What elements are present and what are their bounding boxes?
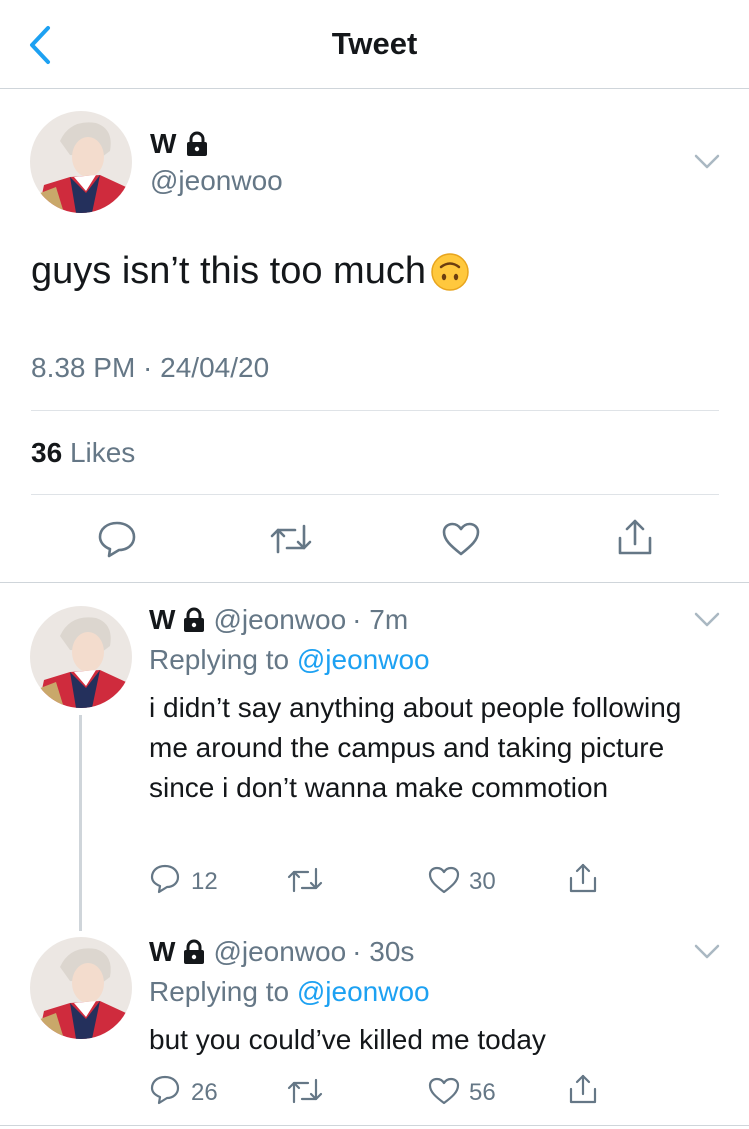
reply-header[interactable]: W @jeonwoo · 7m xyxy=(149,604,408,636)
replying-to-prefix: Replying to xyxy=(149,976,290,1007)
retweet-icon[interactable] xyxy=(286,1077,324,1105)
replying-to-line: Replying to @jeonwoo xyxy=(149,976,430,1008)
author-handle: @jeonwoo xyxy=(213,936,347,967)
divider xyxy=(31,410,719,411)
retweet-icon[interactable] xyxy=(286,866,324,894)
avatar[interactable] xyxy=(30,937,132,1039)
page-title: Tweet xyxy=(331,26,418,61)
lock-icon xyxy=(187,131,208,156)
likes-summary[interactable]: 36 Likes xyxy=(31,437,135,469)
author-name-row[interactable]: W xyxy=(150,128,208,160)
lock-icon xyxy=(184,939,205,964)
divider xyxy=(31,494,719,495)
share-icon[interactable] xyxy=(567,1073,599,1105)
reply-icon[interactable] xyxy=(150,864,180,894)
author-name: W xyxy=(150,128,177,159)
tweet-text: guys isn’t this too much xyxy=(31,250,426,292)
reply-text: i didn’t say anything about people follo… xyxy=(149,692,682,803)
divider xyxy=(0,582,749,583)
reply-time: · 7m xyxy=(352,604,409,635)
avatar[interactable] xyxy=(30,111,132,213)
reply-time: · 30s xyxy=(352,936,415,967)
reply-header[interactable]: W @jeonwoo · 30s xyxy=(149,936,414,968)
chevron-down-icon[interactable] xyxy=(694,612,720,628)
lock-icon xyxy=(184,607,205,632)
author-handle: @jeonwoo xyxy=(213,604,347,635)
upside-down-face-icon xyxy=(431,252,469,291)
chevron-down-icon[interactable] xyxy=(694,154,720,170)
share-icon[interactable] xyxy=(567,862,599,894)
tweet-text-row: guys isn’t this too much xyxy=(31,250,470,293)
avatar[interactable] xyxy=(30,606,132,708)
like-icon[interactable] xyxy=(441,521,481,557)
reply-count: 26 xyxy=(191,1079,218,1106)
like-count: 30 xyxy=(469,868,496,895)
replying-to-prefix: Replying to xyxy=(149,644,290,675)
tweet-timestamp[interactable]: 8.38 PM · 24/04/20 xyxy=(31,352,269,384)
reply-text: but you could’ve killed me today xyxy=(149,1024,546,1055)
replying-to-link[interactable]: @jeonwoo xyxy=(297,644,430,675)
likes-count: 36 xyxy=(31,437,63,468)
likes-label: Likes xyxy=(69,437,136,468)
replying-to-line: Replying to @jeonwoo xyxy=(149,644,430,676)
like-count: 56 xyxy=(469,1079,496,1106)
reply-count: 12 xyxy=(191,868,218,895)
share-icon[interactable] xyxy=(615,518,655,556)
replying-to-link[interactable]: @jeonwoo xyxy=(297,976,430,1007)
retweet-icon[interactable] xyxy=(269,522,313,556)
author-name: W xyxy=(149,604,176,635)
top-bar: Tweet xyxy=(0,0,749,89)
like-icon[interactable] xyxy=(428,1076,460,1106)
reply-icon[interactable] xyxy=(150,1075,180,1105)
author-handle[interactable]: @jeonwoo xyxy=(150,165,283,197)
author-name: W xyxy=(149,936,176,967)
divider xyxy=(0,1125,749,1126)
chevron-down-icon[interactable] xyxy=(694,944,720,960)
thread-connector xyxy=(79,715,82,931)
reply-icon[interactable] xyxy=(97,520,137,558)
like-icon[interactable] xyxy=(428,865,460,895)
